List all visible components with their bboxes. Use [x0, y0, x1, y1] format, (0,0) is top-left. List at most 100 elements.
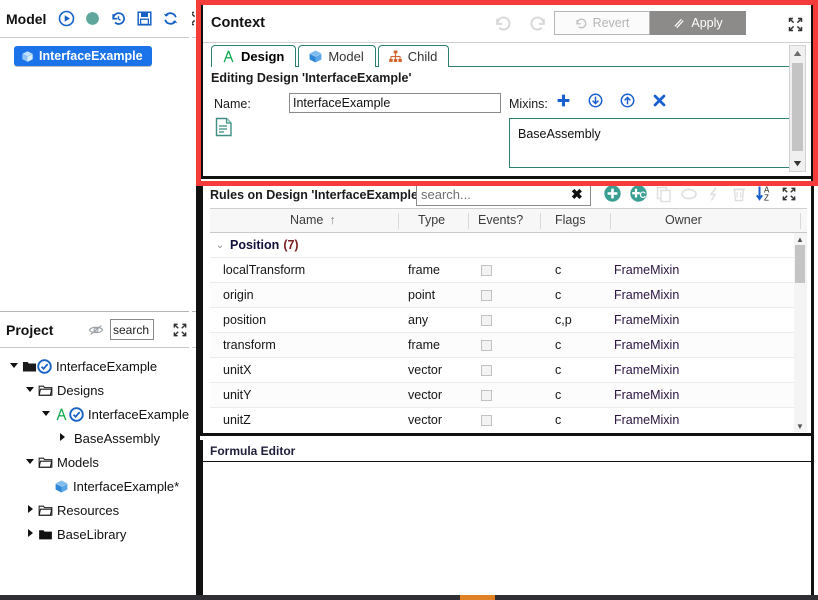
events-checkbox[interactable] — [481, 315, 492, 326]
tree-item[interactable]: InterfaceExample — [0, 402, 196, 426]
clear-x-icon[interactable]: ✖ — [571, 186, 583, 203]
chevron-down-icon[interactable] — [40, 407, 54, 421]
chevron-right-icon[interactable] — [24, 527, 38, 541]
rules-search-input[interactable] — [416, 183, 591, 206]
move-down-icon[interactable] — [588, 93, 603, 108]
revert-button[interactable]: Revert — [554, 11, 650, 35]
scroll-down-icon[interactable] — [790, 156, 805, 171]
history-icon[interactable] — [110, 10, 127, 27]
name-input[interactable] — [289, 93, 501, 113]
sort-az-icon[interactable]: AZ — [755, 184, 774, 203]
save-icon[interactable] — [136, 10, 153, 27]
chevron-right-icon[interactable] — [56, 431, 70, 445]
tree-item[interactable]: BaseAssembly — [0, 426, 196, 450]
editing-design-label: Editing Design 'InterfaceExample' — [211, 71, 412, 85]
chevron-down-icon[interactable] — [24, 383, 38, 397]
revert-label: Revert — [592, 16, 630, 30]
table-header-row[interactable]: Name ↑ Type Events? Flags Owner — [210, 209, 807, 233]
expand-icon[interactable] — [787, 16, 804, 33]
events-checkbox[interactable] — [481, 265, 492, 276]
tab-design[interactable]: Design — [211, 45, 297, 67]
rules-table: Name ↑ Type Events? Flags Owner ⌄ Position (7) l… — [210, 208, 807, 432]
column-divider[interactable] — [468, 213, 469, 229]
column-header-type[interactable]: Type — [418, 213, 445, 227]
table-row[interactable]: origin point c FrameMixin — [210, 283, 807, 308]
run-icon[interactable] — [58, 10, 75, 27]
tree-item[interactable]: Models — [0, 450, 196, 474]
check-circle-icon — [37, 358, 52, 374]
project-tree[interactable]: InterfaceExample Designs InterfaceExample B… — [0, 348, 196, 600]
status-dot-icon[interactable] — [84, 10, 101, 27]
table-row[interactable]: transform frame c FrameMixin — [210, 333, 807, 358]
list-item[interactable]: BaseAssembly — [518, 127, 791, 141]
name-label: Name: — [214, 97, 251, 111]
redo-icon[interactable] — [528, 14, 548, 34]
folder-outline-icon — [38, 455, 53, 470]
table-row[interactable]: localTransform frame c FrameMixin — [210, 258, 807, 283]
hidden-eye-icon[interactable] — [88, 323, 104, 337]
events-checkbox[interactable] — [481, 340, 492, 351]
add-rule-icon[interactable] — [603, 184, 622, 203]
remove-mixin-icon[interactable] — [652, 93, 667, 108]
table-row[interactable]: position any c,p FrameMixin — [210, 308, 807, 333]
status-progress-indicator — [460, 595, 495, 600]
scrollbar-thumb[interactable] — [795, 245, 805, 283]
column-header-name[interactable]: Name ↑ — [290, 213, 336, 227]
tree-item[interactable]: InterfaceExample* — [0, 474, 196, 498]
chevron-right-icon[interactable] — [24, 503, 38, 517]
table-row[interactable]: unitY vector c FrameMixin — [210, 383, 807, 408]
chevron-down-icon[interactable] — [8, 359, 22, 373]
tab-child[interactable]: Child — [377, 45, 450, 67]
table-body[interactable]: ⌄ Position (7) localTransform frame c FrameMix… — [210, 233, 807, 432]
add-mixin-icon[interactable] — [556, 93, 571, 108]
tree-item-label: BaseLibrary — [57, 526, 127, 542]
column-header-flags[interactable]: Flags — [555, 213, 586, 227]
table-group-header[interactable]: ⌄ Position (7) — [210, 233, 807, 258]
column-header-owner[interactable]: Owner — [665, 213, 702, 227]
scrollbar-thumb[interactable] — [792, 63, 803, 151]
events-checkbox[interactable] — [481, 290, 492, 301]
events-checkbox[interactable] — [481, 390, 492, 401]
context-scrollbar[interactable] — [789, 45, 806, 172]
add-child-rule-icon[interactable]: C — [629, 184, 648, 203]
table-scrollbar[interactable]: ▲ ▼ — [794, 233, 807, 432]
column-divider[interactable] — [610, 213, 611, 229]
refresh-icon[interactable] — [162, 10, 179, 27]
tree-item[interactable]: BaseLibrary — [0, 522, 196, 546]
table-row[interactable]: unitX vector c FrameMixin — [210, 358, 807, 383]
cell-type: point — [408, 288, 436, 302]
scroll-down-icon[interactable]: ▼ — [794, 420, 806, 432]
tab-model[interactable]: Model — [298, 45, 376, 67]
folder-open-icon — [22, 359, 37, 374]
tree-item[interactable]: InterfaceExample — [0, 354, 196, 378]
rules-panel: Rules on Design 'InterfaceExample' ✖ C — [200, 182, 814, 436]
tree-item[interactable]: Designs — [0, 378, 196, 402]
apply-button[interactable]: Apply — [650, 11, 746, 35]
table-row[interactable]: unitZ vector c FrameMixin — [210, 408, 807, 432]
project-search-input[interactable] — [110, 319, 154, 340]
column-divider[interactable] — [398, 213, 399, 229]
svg-text:C: C — [640, 190, 647, 200]
column-header-events[interactable]: Events? — [478, 213, 523, 227]
events-checkbox[interactable] — [481, 415, 492, 426]
move-up-icon[interactable] — [620, 93, 635, 108]
scroll-up-icon[interactable]: ▲ — [794, 233, 806, 245]
column-divider[interactable] — [800, 213, 801, 229]
mixins-list[interactable]: BaseAssembly — [509, 118, 792, 168]
tree-item[interactable]: Resources — [0, 498, 196, 522]
document-icon[interactable] — [215, 117, 233, 137]
cell-name: transform — [223, 338, 276, 352]
model-node-chip[interactable]: InterfaceExample — [14, 46, 152, 66]
column-divider[interactable] — [540, 213, 541, 229]
events-checkbox[interactable] — [481, 365, 492, 376]
chevron-down-icon[interactable] — [24, 455, 38, 469]
expand-icon[interactable] — [172, 322, 188, 338]
model-canvas[interactable]: InterfaceExample — [0, 38, 196, 311]
expand-icon[interactable] — [781, 186, 797, 202]
chevron-down-icon[interactable]: ⌄ — [210, 240, 230, 251]
undo-icon[interactable] — [493, 14, 513, 34]
context-tabs[interactable]: Design Model Child — [211, 45, 451, 67]
formula-editor-textarea[interactable] — [203, 462, 814, 592]
scroll-up-icon[interactable] — [790, 46, 805, 61]
tree-item-label: InterfaceExample — [88, 406, 190, 422]
